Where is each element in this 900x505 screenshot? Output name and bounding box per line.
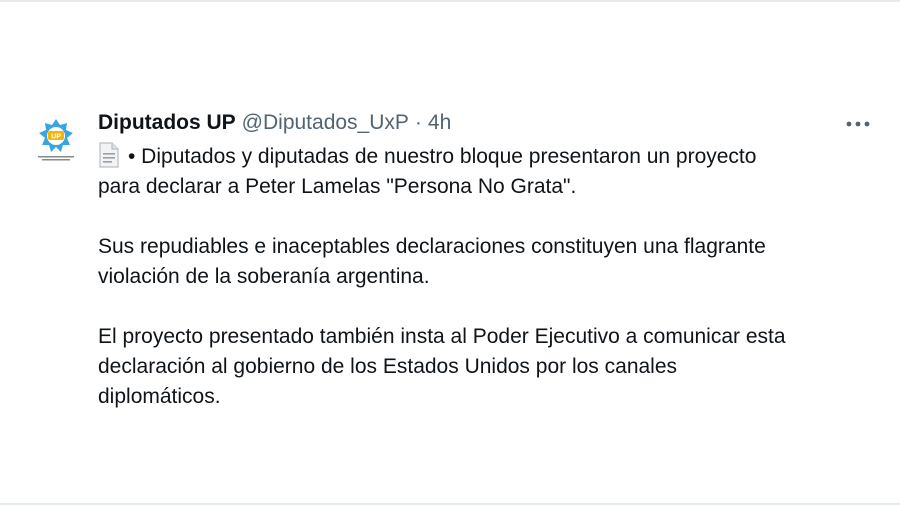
up-logo-icon: UP	[38, 119, 74, 161]
text-line: declaración al gobierno de los Estados U…	[98, 355, 678, 378]
tweet-text: • Diputados y diputadas de nuestro bloqu…	[98, 142, 868, 412]
tweet-header: Diputados UP @Diputados_UxP · 4h	[98, 108, 451, 138]
text-line: Sus repudiables e inaceptables declaraci…	[98, 235, 766, 258]
paragraph-1: • Diputados y diputadas de nuestro bloqu…	[98, 142, 868, 202]
text-line: • Diputados y diputadas de nuestro bloqu…	[98, 142, 868, 172]
text-line: para declarar a Peter Lamelas "Persona N…	[98, 175, 577, 198]
top-divider	[0, 0, 900, 2]
tweet-screenshot: UP Diputados UP @Diputados_UxP · 4h • Di…	[0, 0, 900, 505]
text-line: violación de la soberanía argentina.	[98, 265, 430, 288]
more-options-button[interactable]	[840, 112, 876, 136]
display-name[interactable]: Diputados UP	[98, 108, 236, 138]
text-line: El proyecto presentado también insta al …	[98, 325, 786, 348]
more-horizontal-icon	[846, 121, 870, 127]
timestamp[interactable]: 4h	[428, 108, 451, 138]
document-icon	[98, 142, 120, 168]
svg-text:UP: UP	[51, 134, 61, 141]
separator-dot: ·	[414, 111, 422, 134]
paragraph-3: El proyecto presentado también insta al …	[98, 322, 868, 412]
avatar[interactable]: UP	[28, 112, 84, 168]
user-handle[interactable]: @Diputados_UxP	[242, 108, 409, 138]
text-line-content: • Diputados y diputadas de nuestro bloqu…	[128, 145, 757, 168]
text-line: diplomáticos.	[98, 385, 221, 408]
paragraph-2: Sus repudiables e inaceptables declaraci…	[98, 232, 868, 292]
